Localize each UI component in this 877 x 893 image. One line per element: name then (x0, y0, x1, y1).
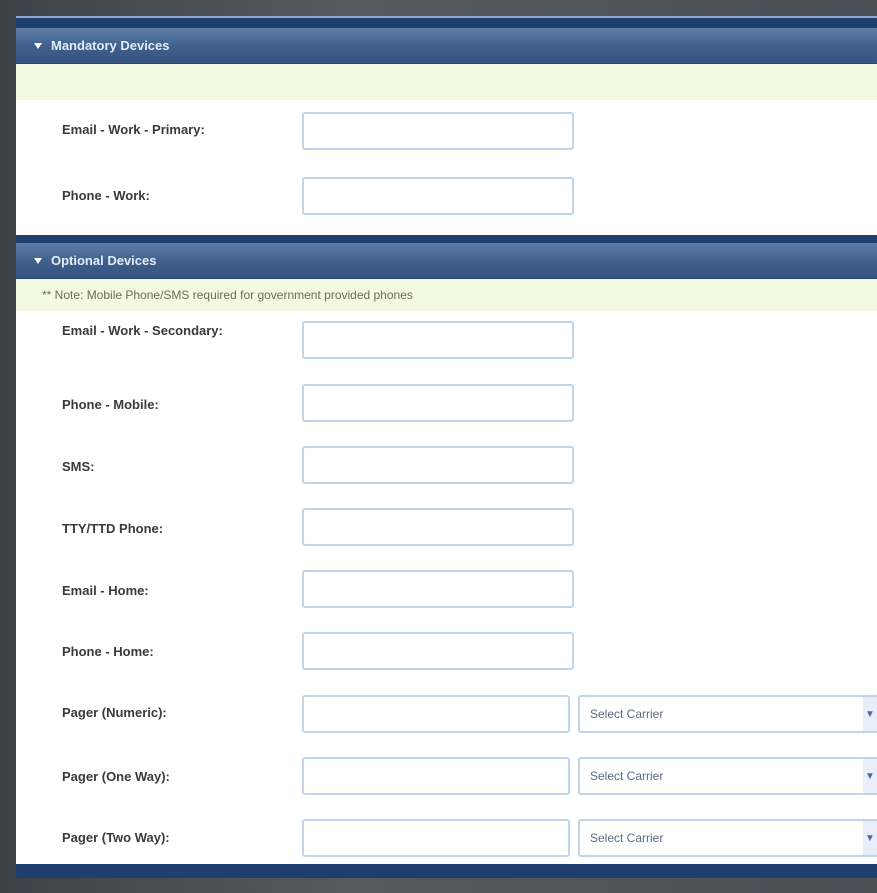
pager-numeric-carrier-value: Select Carrier (590, 707, 664, 721)
caret-down-icon[interactable] (34, 42, 42, 49)
sms-input[interactable] (302, 446, 574, 484)
pager-one-way-label: Pager (One Way): (62, 769, 170, 784)
email-work-secondary-input[interactable] (302, 321, 574, 359)
pager-two-way-input[interactable] (302, 819, 570, 857)
email-work-secondary-label: Email - Work - Secondary: (62, 323, 223, 338)
optional-note-bar: ** Note: Mobile Phone/SMS required for g… (16, 279, 877, 311)
optional-note-text: ** Note: Mobile Phone/SMS required for g… (42, 288, 413, 302)
pager-two-way-carrier-select[interactable]: Select Carrier ▼ (578, 819, 877, 857)
email-work-primary-input[interactable] (302, 112, 574, 150)
optional-devices-title: Optional Devices (51, 253, 157, 268)
phone-home-input[interactable] (302, 632, 574, 670)
mandatory-devices-title: Mandatory Devices (51, 38, 170, 53)
pager-two-way-carrier-value: Select Carrier (590, 831, 664, 845)
email-work-primary-label: Email - Work - Primary: (62, 122, 205, 137)
email-home-label: Email - Home: (62, 583, 149, 598)
chevron-down-icon[interactable]: ▼ (863, 821, 877, 855)
pager-one-way-carrier-value: Select Carrier (590, 769, 664, 783)
phone-mobile-input[interactable] (302, 384, 574, 422)
tty-ttd-phone-label: TTY/TTD Phone: (62, 521, 164, 536)
phone-work-input[interactable] (302, 177, 574, 215)
pager-numeric-carrier-select[interactable]: Select Carrier ▼ (578, 695, 877, 733)
optional-devices-header[interactable]: Optional Devices (16, 243, 877, 279)
pager-one-way-input[interactable] (302, 757, 570, 795)
pager-numeric-input[interactable] (302, 695, 570, 733)
chevron-down-icon[interactable]: ▼ (863, 697, 877, 731)
optional-devices-panel: ** Note: Mobile Phone/SMS required for g… (16, 279, 877, 864)
mandatory-devices-panel: Email - Work - Primary: Phone - Work: (16, 64, 877, 235)
sms-label: SMS: (62, 459, 95, 474)
tty-ttd-phone-input[interactable] (302, 508, 574, 546)
pager-numeric-label: Pager (Numeric): (62, 705, 167, 720)
caret-down-icon[interactable] (34, 257, 42, 264)
phone-work-label: Phone - Work: (62, 188, 150, 203)
email-home-input[interactable] (302, 570, 574, 608)
chevron-down-icon[interactable]: ▼ (863, 759, 877, 793)
pager-one-way-carrier-select[interactable]: Select Carrier ▼ (578, 757, 877, 795)
phone-mobile-label: Phone - Mobile: (62, 397, 159, 412)
mandatory-note-bar (16, 64, 877, 100)
pager-two-way-label: Pager (Two Way): (62, 830, 170, 845)
mandatory-devices-header[interactable]: Mandatory Devices (16, 28, 877, 64)
devices-form: Mandatory Devices Email - Work - Primary… (16, 16, 877, 878)
phone-home-label: Phone - Home: (62, 644, 154, 659)
